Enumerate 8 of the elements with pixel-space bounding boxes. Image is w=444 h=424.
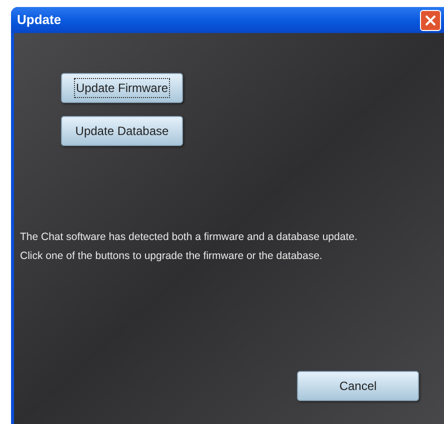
close-button[interactable] [420,10,441,30]
update-button[interactable]: Update Database [61,116,183,146]
message-text: The Chat software has detected both a firmware and a database update. [20,230,358,245]
message-text: Click one of the buttons to upgrade the firmware or the database. [20,249,324,264]
cancel-button[interactable]: Cancel [297,371,419,401]
close-icon [425,14,436,26]
window-title: Update [17,11,62,30]
update-button[interactable]: Update Firmware [61,73,183,103]
